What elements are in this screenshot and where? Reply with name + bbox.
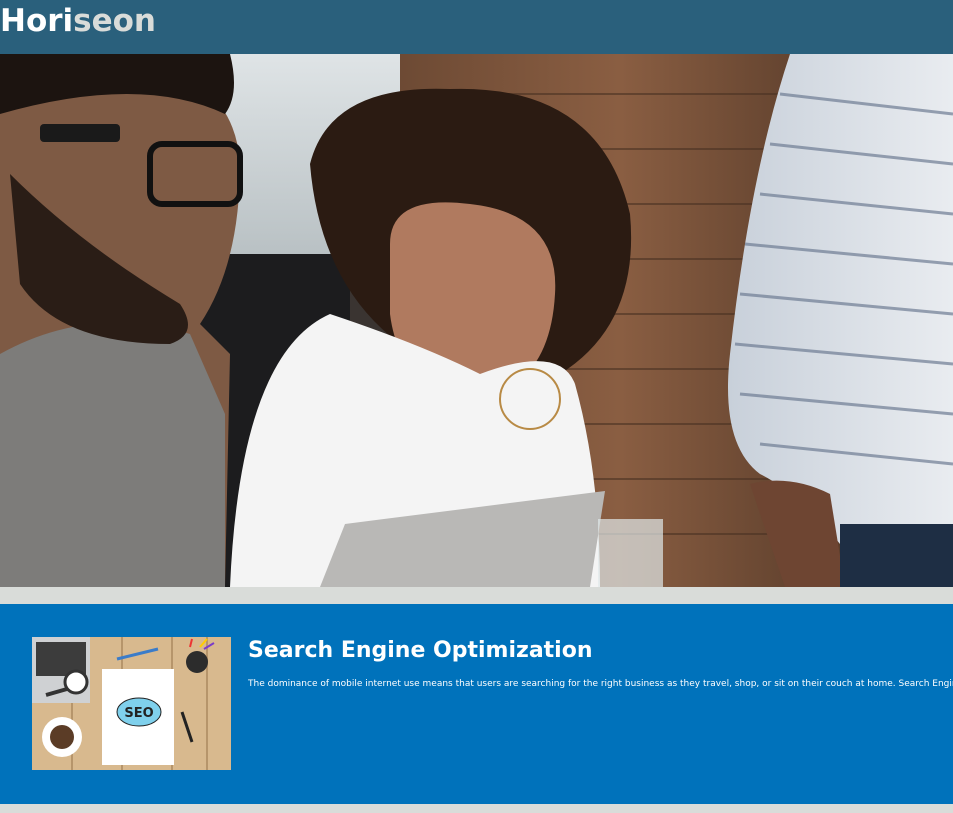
- seo-section: SEO Search Engine Optimization The domin…: [0, 604, 953, 804]
- seo-description: The dominance of mobile internet use mea…: [248, 679, 953, 689]
- site-logo[interactable]: Horiseon: [0, 3, 156, 39]
- seo-title: Search Engine Optimization: [248, 638, 593, 663]
- seo-desk-illustration: SEO: [32, 637, 231, 770]
- section-separator: [0, 804, 953, 813]
- site-header: Horiseon: [0, 0, 953, 54]
- hero-image: [0, 54, 953, 587]
- hero-separator: [0, 587, 953, 604]
- hero-photo-illustration: [0, 54, 953, 587]
- logo-main-text: Hori: [0, 3, 74, 39]
- logo-accent-text: seon: [73, 3, 156, 39]
- seo-image-label: SEO: [124, 706, 153, 721]
- seo-image: SEO: [32, 637, 231, 770]
